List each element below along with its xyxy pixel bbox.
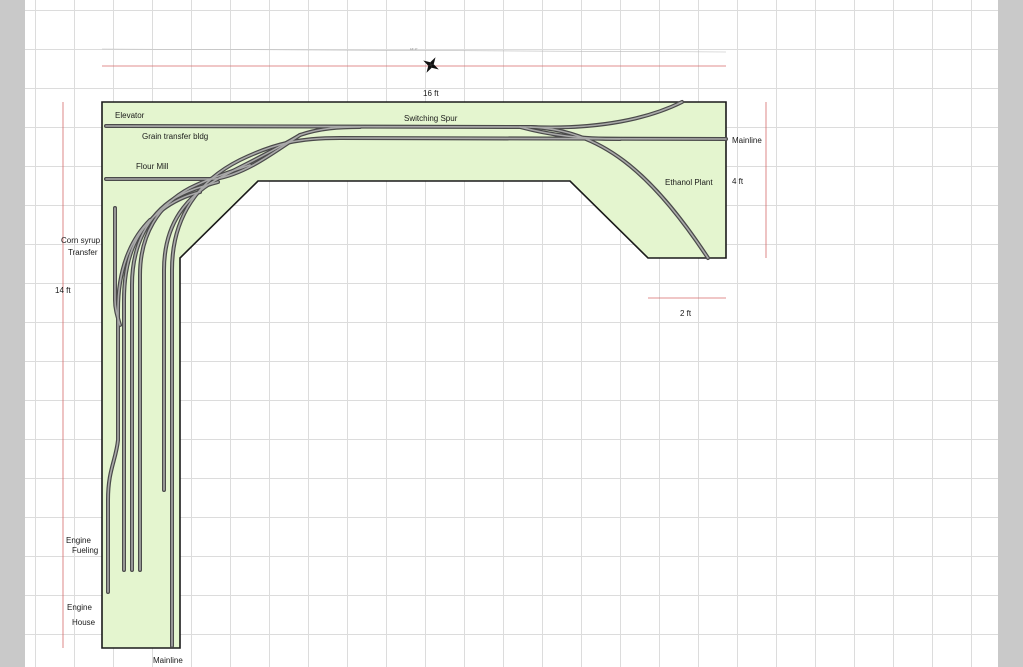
left-length-dimension: 14 ft: [55, 286, 71, 295]
right-depth-dimension: 4 ft: [732, 177, 744, 186]
track-plan-diagram[interactable]: 16' 0" 16 ft Elevator Grain transfer bld…: [25, 0, 998, 667]
top-small-dimension: 16' 0": [410, 47, 417, 51]
grain-transfer-label: Grain transfer bldg: [142, 132, 208, 141]
layout-canvas[interactable]: 16' 0" 16 ft Elevator Grain transfer bld…: [25, 0, 998, 667]
peninsula-width-dimension: 2 ft: [680, 309, 692, 318]
elevator-label: Elevator: [115, 111, 145, 120]
switching-spur-label: Switching Spur: [404, 114, 458, 123]
top-width-dimension: 16 ft: [423, 89, 439, 98]
mainline-south-label: Mainline: [153, 656, 183, 665]
engine-house-label-line2: House: [72, 618, 96, 627]
mainline-east-label: Mainline: [732, 136, 762, 145]
flour-mill-label: Flour Mill: [136, 162, 169, 171]
corn-syrup-label-line1: Corn syrup: [61, 236, 101, 245]
corn-syrup-label-line2: Transfer: [68, 248, 98, 257]
ethanol-plant-label: Ethanol Plant: [665, 178, 713, 187]
engine-fueling-label-line2: Fueling: [72, 546, 98, 555]
compass-rose-icon: [423, 57, 439, 73]
engine-fueling-label-line1: Engine: [66, 536, 91, 545]
engine-house-label-line1: Engine: [67, 603, 92, 612]
